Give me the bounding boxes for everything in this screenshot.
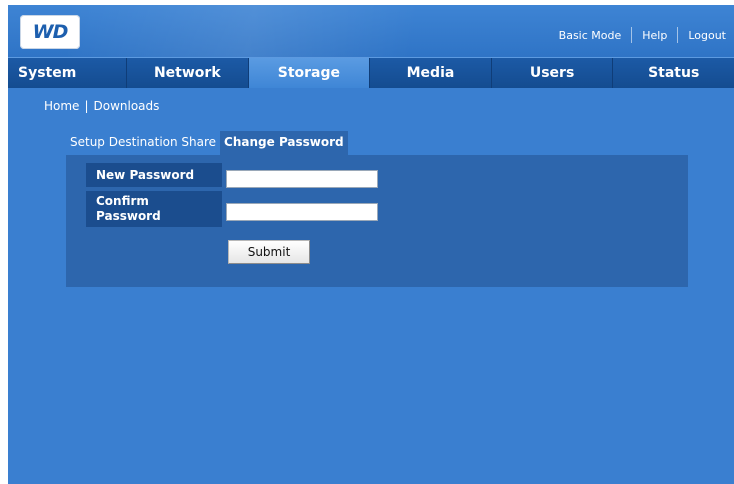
logo-text: WD	[32, 21, 69, 43]
divider	[677, 27, 679, 43]
change-password-panel: New Password Confirm Password Submit	[66, 155, 688, 287]
new-password-label: New Password	[86, 163, 222, 187]
confirm-password-label: Confirm Password	[86, 191, 222, 227]
submit-button[interactable]: Submit	[228, 240, 310, 264]
basic-mode-link[interactable]: Basic Mode	[559, 29, 622, 42]
breadcrumb-home[interactable]: Home	[44, 99, 79, 113]
subtab-setup-destination-share[interactable]: Setup Destination Share	[66, 131, 221, 153]
top-links: Basic Mode Help Logout	[559, 27, 726, 43]
header-sheen	[68, 5, 528, 57]
subtab-change-password[interactable]: Change Password	[220, 131, 348, 155]
app-frame: WD Basic Mode Help Logout System Network…	[8, 5, 734, 484]
tab-users[interactable]: Users	[492, 58, 614, 88]
breadcrumb-downloads[interactable]: Downloads	[93, 99, 159, 113]
breadcrumb: Home | Downloads	[44, 99, 159, 113]
logout-link[interactable]: Logout	[688, 29, 726, 42]
confirm-password-label-line1: Confirm	[96, 194, 149, 208]
main-nav: System Network Storage Media Users Statu…	[8, 57, 734, 88]
sub-tabs: Setup Destination Share Change Password	[66, 131, 348, 155]
tab-storage[interactable]: Storage	[248, 58, 371, 88]
divider	[631, 27, 633, 43]
tab-status[interactable]: Status	[613, 58, 734, 88]
confirm-password-field[interactable]	[226, 203, 378, 221]
new-password-field[interactable]	[226, 170, 378, 188]
wd-logo[interactable]: WD	[20, 15, 80, 49]
tab-media[interactable]: Media	[370, 58, 492, 88]
confirm-password-label-line2: Password	[96, 209, 161, 223]
breadcrumb-separator: |	[84, 99, 89, 113]
tab-network[interactable]: Network	[127, 58, 249, 88]
help-link[interactable]: Help	[642, 29, 667, 42]
header: WD Basic Mode Help Logout	[8, 5, 734, 57]
tab-system[interactable]: System	[8, 58, 127, 88]
